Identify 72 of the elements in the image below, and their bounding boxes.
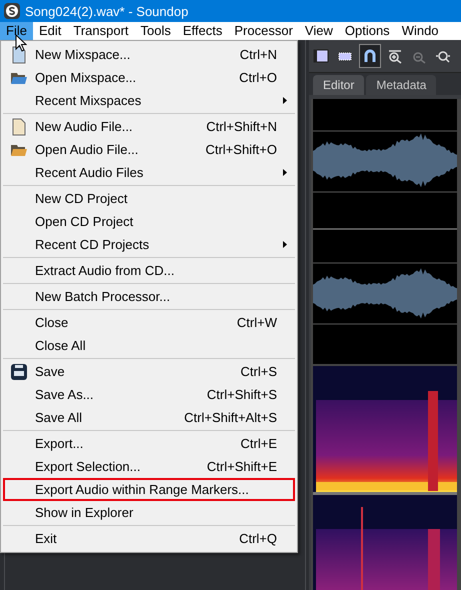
menu-item-label: New CD Project [35, 191, 128, 206]
menu-item[interactable]: Export Audio within Range Markers... [3, 478, 295, 501]
menu-item[interactable]: Recent Audio Files [3, 161, 295, 184]
menu-item[interactable]: Open CD Project [3, 210, 295, 233]
menu-item-label: Save [35, 364, 66, 379]
menu-item-label: Close All [35, 338, 87, 353]
shortcut-label: Ctrl+S [240, 364, 277, 379]
menu-item[interactable]: Save Ctrl+S [3, 360, 295, 383]
tab[interactable]: Metadata [366, 75, 436, 95]
menu-item[interactable]: New Batch Processor... [3, 285, 295, 308]
menu-item[interactable]: New Mixspace... Ctrl+N [3, 43, 295, 66]
app-logo-icon [4, 3, 20, 19]
shortcut-label: Ctrl+Q [239, 531, 277, 546]
menu-item-label: New Batch Processor... [35, 289, 172, 304]
submenu-arrow-icon [283, 169, 287, 176]
shortcut-label: Ctrl+O [239, 70, 277, 85]
menu-item[interactable]: Save As... Ctrl+Shift+S [3, 383, 295, 406]
menu-item[interactable]: Recent Mixspaces [3, 89, 295, 112]
menu-item-label: Save All [35, 410, 83, 425]
shortcut-label: Ctrl+Shift+Alt+S [184, 410, 277, 425]
menu-item[interactable]: New Audio File... Ctrl+Shift+N [3, 115, 295, 138]
menu-item-label: Exit [35, 531, 58, 546]
cursor-icon [15, 34, 27, 52]
menu-item[interactable]: Export... Ctrl+E [3, 432, 295, 455]
menu-item-label: Extract Audio from CD... [35, 263, 176, 278]
tab[interactable]: Editor [313, 75, 364, 95]
menu-bar-item[interactable]: Transport [67, 22, 135, 40]
menu-item-label: New Audio File... [35, 119, 134, 134]
menu-item-label: New Mixspace... [35, 47, 132, 62]
menu-item-label: Show in Explorer [35, 505, 134, 520]
menu-item[interactable]: Export Selection... Ctrl+Shift+E [3, 455, 295, 478]
menu-item[interactable]: Exit Ctrl+Q [3, 527, 295, 550]
menu-item-label: Recent Mixspaces [35, 93, 142, 108]
shortcut-label: Ctrl+E [240, 436, 277, 451]
menu-item[interactable]: Recent CD Projects [3, 233, 295, 256]
menu-bar-item[interactable]: Options [338, 22, 396, 40]
shortcut-label: Ctrl+Shift+N [206, 119, 277, 134]
shortcut-label: Ctrl+Shift+E [206, 459, 277, 474]
menu-bar-item[interactable]: View [298, 22, 339, 40]
menu-item-label: Export... [35, 436, 84, 451]
menu-bar-item[interactable]: Effects [176, 22, 228, 40]
menu-bar-item[interactable]: Tools [134, 22, 177, 40]
magnet-icon[interactable] [359, 44, 381, 68]
menu-item-label: Open CD Project [35, 214, 134, 229]
window-title: Song024(2).wav* - Soundop [25, 4, 188, 18]
menu-item[interactable]: Show in Explorer [3, 501, 295, 524]
menu-item-label: Close [35, 315, 70, 330]
shortcut-label: Ctrl+Shift+S [206, 387, 277, 402]
menu-bar-item[interactable]: Windo [396, 22, 445, 40]
menu-item[interactable]: Extract Audio from CD... [3, 259, 295, 282]
menu-item-label: Open Audio File... [35, 142, 140, 157]
menu-item[interactable]: Close Ctrl+W [3, 311, 295, 334]
menu-item[interactable]: Open Audio File... Ctrl+Shift+O [3, 138, 295, 161]
submenu-arrow-icon [283, 241, 287, 248]
menu-bar-item[interactable]: Edit [32, 22, 68, 40]
menu-item-label: Export Audio within Range Markers... [35, 482, 250, 497]
menu-item[interactable]: New CD Project [3, 187, 295, 210]
save-icon [11, 364, 27, 380]
menu-item-label: Recent Audio Files [35, 165, 144, 180]
menu-bar-item[interactable]: Processor [228, 22, 299, 40]
shortcut-label: Ctrl+Shift+O [205, 142, 277, 157]
menu-item-label: Export Selection... [35, 459, 142, 474]
menu-item-label: Recent CD Projects [35, 237, 150, 252]
shortcut-label: Ctrl+W [236, 315, 277, 330]
menu-item-label: Save As... [35, 387, 95, 402]
menu-item[interactable]: Open Mixspace... Ctrl+O [3, 66, 295, 89]
menu-item[interactable]: Save All Ctrl+Shift+Alt+S [3, 406, 295, 429]
submenu-arrow-icon [283, 97, 287, 104]
shortcut-label: Ctrl+N [240, 47, 277, 62]
menu-bar-item[interactable]: File [0, 22, 33, 40]
menu-item[interactable]: Close All [3, 334, 295, 357]
menu-item-label: Open Mixspace... [35, 70, 138, 85]
